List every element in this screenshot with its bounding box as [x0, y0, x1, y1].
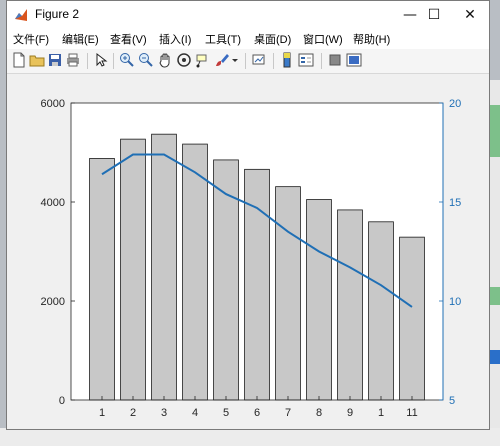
bar — [213, 159, 239, 401]
brush-icon[interactable] — [214, 52, 230, 68]
bar — [89, 158, 115, 401]
legend-icon[interactable] — [298, 52, 314, 68]
figure-window: Figure 2 — ☐ ✕ 文件(F) 编辑(E) 查看(V) 插入(I) 工… — [6, 0, 490, 430]
x-tick-label: 1 — [99, 407, 105, 419]
bar-line-chart[interactable]: 0200040006000 5101520 1 2 3 4 5 6 7 8 9 1 11 — [8, 74, 488, 429]
bar — [182, 143, 208, 401]
title-bar[interactable]: Figure 2 — ☐ ✕ — [7, 1, 489, 29]
toolbar-separator — [245, 53, 246, 69]
show-plot-tools-icon[interactable] — [346, 52, 362, 68]
menu-desktop[interactable]: 桌面(D) — [254, 31, 291, 47]
x-tick-label: 3 — [161, 407, 167, 419]
x-tick-label: 8 — [316, 407, 322, 419]
y-tick-label: 4000 — [41, 197, 65, 209]
print-icon[interactable] — [65, 52, 81, 68]
link-plot-icon[interactable] — [251, 52, 267, 68]
bar — [368, 221, 394, 401]
menu-view[interactable]: 查看(V) — [110, 31, 147, 47]
y2-tick-label: 15 — [449, 197, 461, 209]
y2-tick-label: 5 — [449, 395, 455, 407]
pan-hand-icon[interactable] — [157, 52, 173, 68]
bar — [337, 209, 363, 401]
new-figure-icon[interactable] — [11, 52, 27, 68]
menu-edit[interactable]: 编辑(E) — [62, 31, 99, 47]
colorbar-icon[interactable] — [279, 52, 295, 68]
x-tick-label: 5 — [223, 407, 229, 419]
select-arrow-icon[interactable] — [93, 52, 109, 68]
window-title: Figure 2 — [35, 7, 80, 21]
menu-insert[interactable]: 插入(I) — [159, 31, 191, 47]
toolbar-separator — [321, 53, 322, 69]
x-tick-label: 1 — [378, 407, 384, 419]
rotate-3d-icon[interactable] — [176, 52, 192, 68]
brush-dropdown-icon[interactable] — [231, 52, 239, 68]
x-tick-label: 4 — [192, 407, 198, 419]
x-tick-label: 6 — [254, 407, 260, 419]
y-tick-label: 0 — [59, 395, 65, 407]
toolbar-separator — [87, 53, 88, 69]
bar — [399, 236, 425, 401]
bar — [120, 138, 146, 401]
background-taskbar-strip — [0, 428, 500, 446]
toolbar-separator — [113, 53, 114, 69]
close-button[interactable]: ✕ — [447, 1, 493, 29]
left-y-axis: 0 2000 4000 6000 — [41, 98, 75, 407]
menu-help[interactable]: 帮助(H) — [353, 31, 390, 47]
y-tick-label: 6000 — [41, 98, 65, 110]
x-tick-label: 9 — [347, 407, 353, 419]
menu-file[interactable]: 文件(F) — [13, 31, 49, 47]
y2-tick-label: 10 — [449, 296, 461, 308]
hide-plot-tools-icon[interactable] — [327, 52, 343, 68]
open-file-icon[interactable] — [29, 52, 45, 68]
save-icon[interactable] — [47, 52, 63, 68]
toolbar-separator — [273, 53, 274, 69]
matlab-logo-icon — [13, 7, 29, 23]
bar — [275, 186, 301, 401]
figure-toolbar — [7, 49, 489, 74]
x-tick-label: 7 — [285, 407, 291, 419]
y2-tick-label: 20 — [449, 98, 461, 110]
figure-canvas[interactable]: 0 2000 4000 6000 5 10 15 20 1 2 3 4 5 6 7 8 9 1 11 — [8, 74, 488, 429]
menu-window[interactable]: 窗口(W) — [303, 31, 343, 47]
x-tick-label: 2 — [130, 407, 136, 419]
y-tick-label: 2000 — [41, 296, 65, 308]
data-cursor-icon[interactable] — [195, 52, 211, 68]
bar — [151, 133, 177, 401]
menu-tools[interactable]: 工具(T) — [205, 31, 241, 47]
zoom-in-icon[interactable] — [119, 52, 135, 68]
x-tick-label: 11 — [406, 407, 417, 419]
zoom-out-icon[interactable] — [138, 52, 154, 68]
bar — [306, 199, 332, 401]
menu-bar: 文件(F) 编辑(E) 查看(V) 插入(I) 工具(T) 桌面(D) 窗口(W… — [7, 29, 489, 49]
